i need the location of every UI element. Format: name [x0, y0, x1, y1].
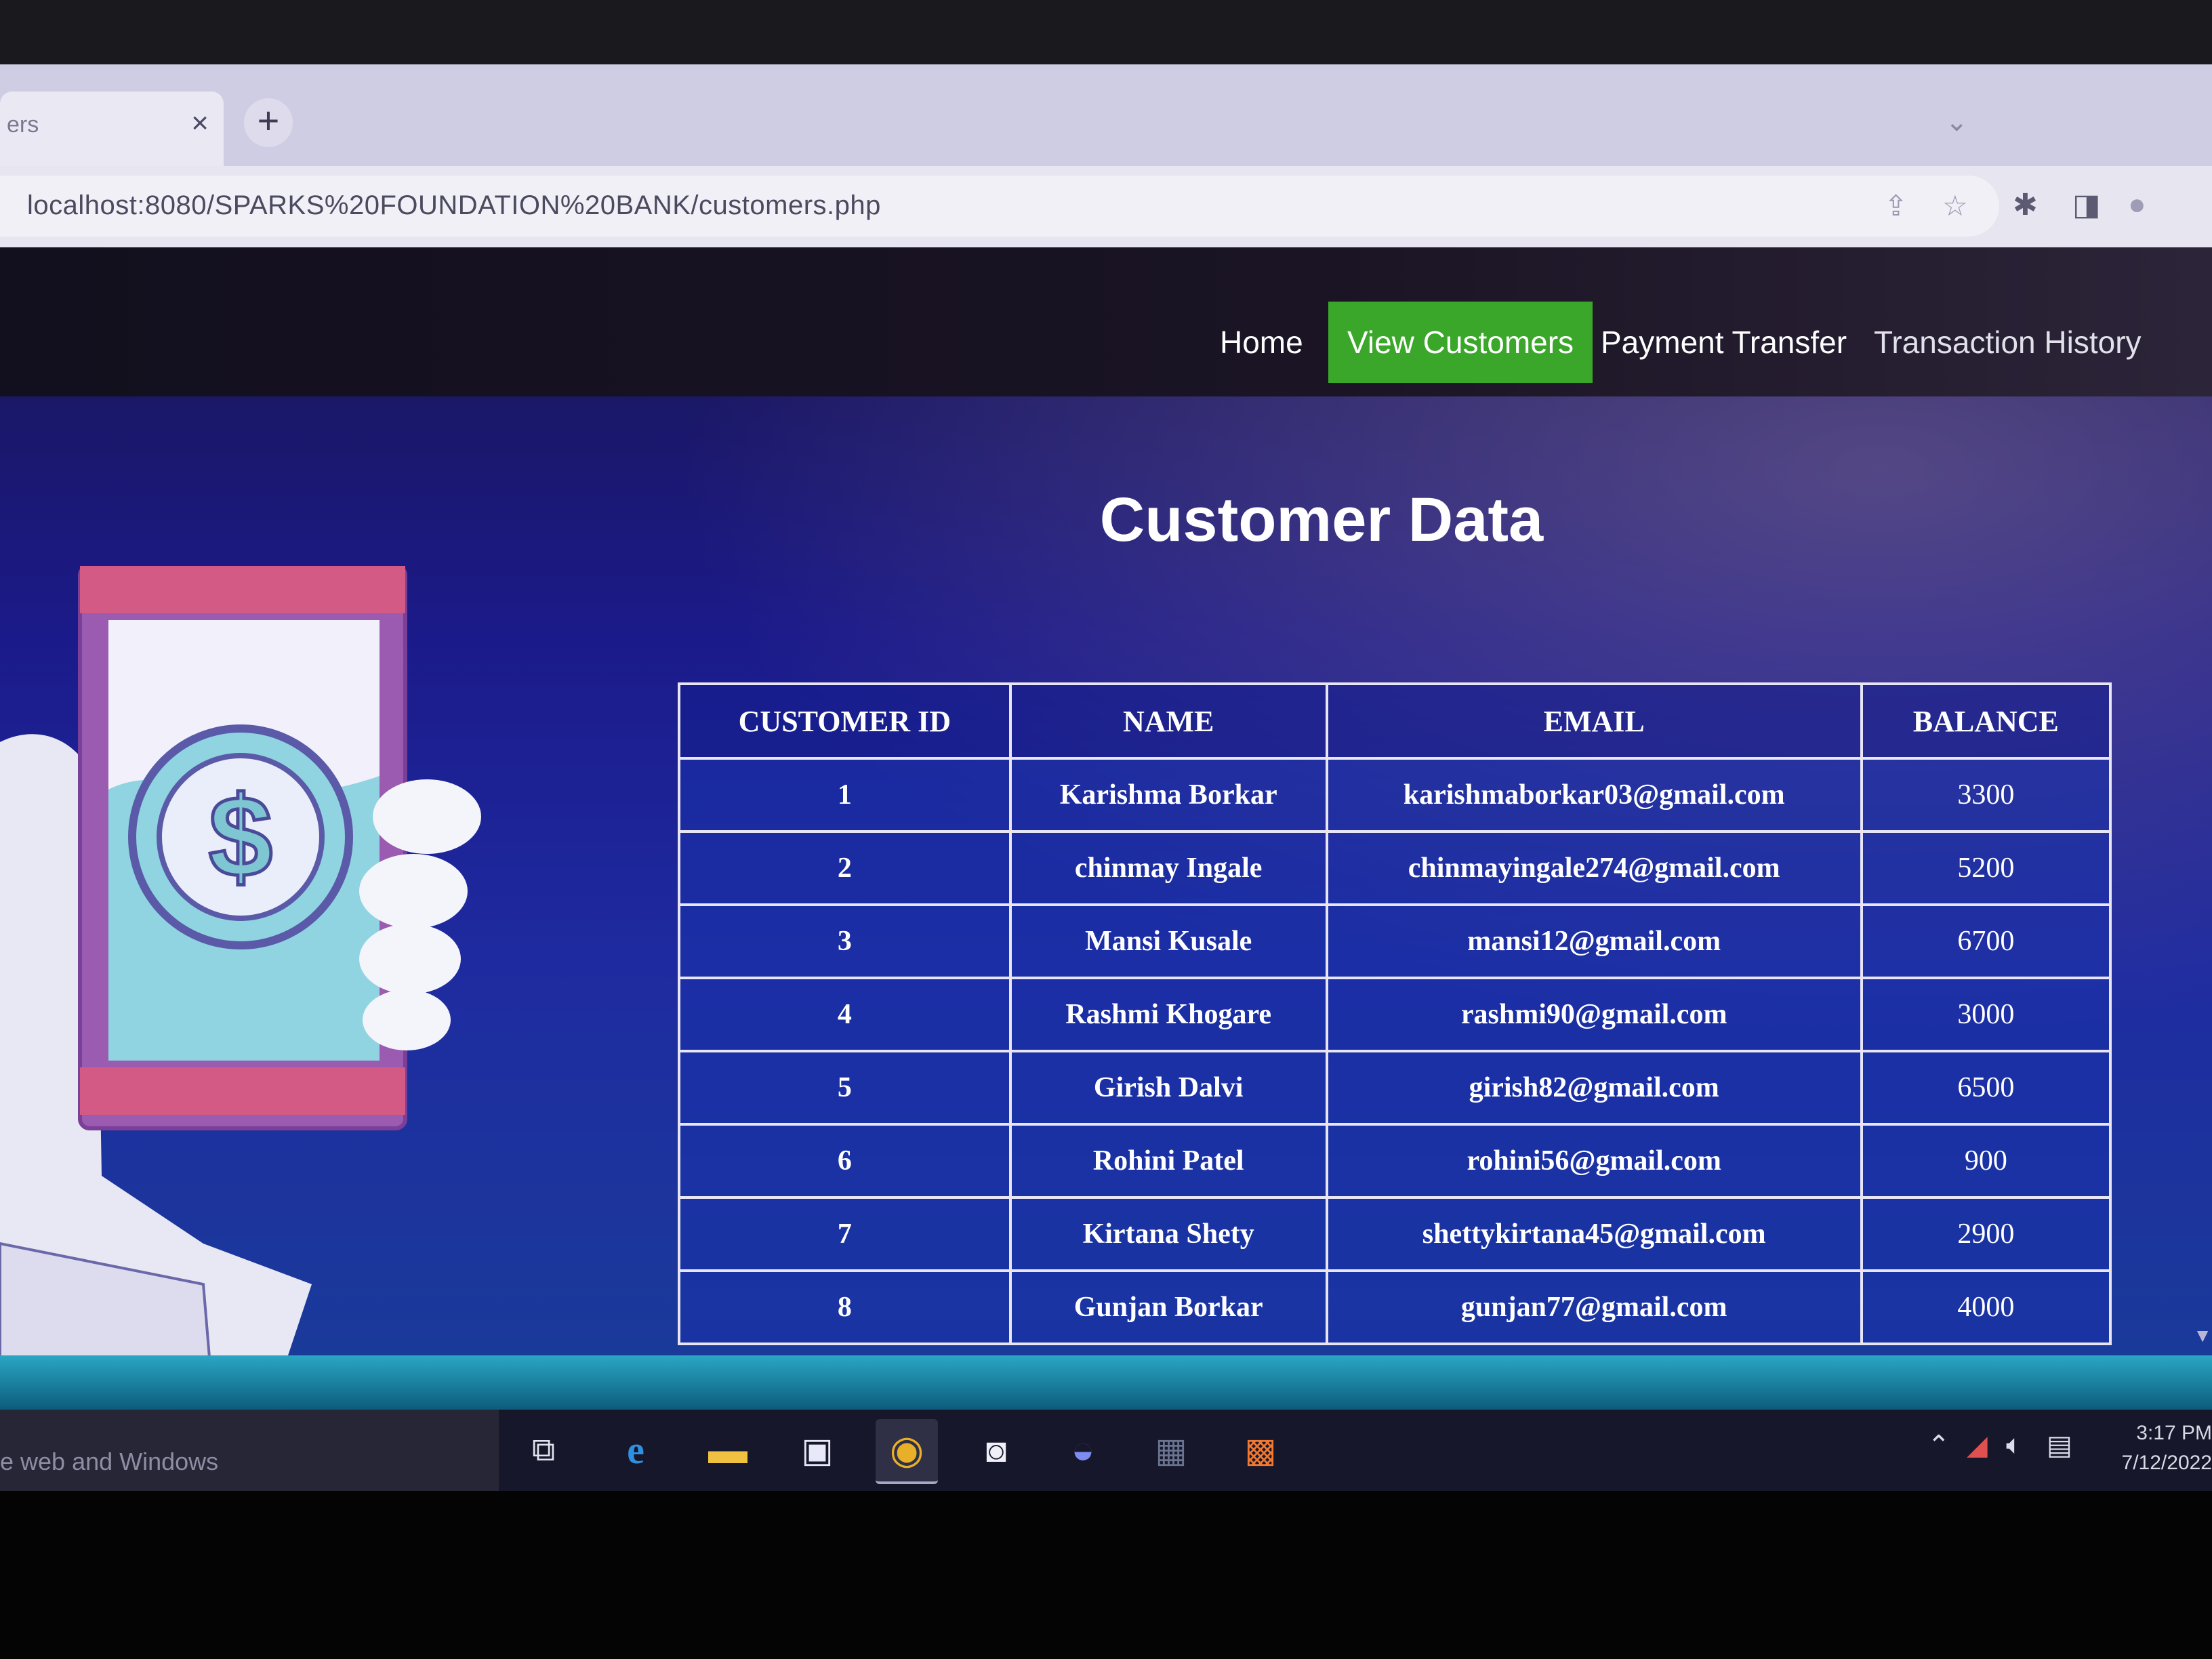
cell-email: rohini56@gmail.com: [1325, 1123, 1863, 1199]
cell-email: gunjan77@gmail.com: [1325, 1269, 1863, 1345]
cell-name: Gunjan Borkar: [1008, 1269, 1328, 1345]
cell-email: shettykirtana45@gmail.com: [1325, 1196, 1863, 1272]
browser-tab[interactable]: ers ×: [0, 91, 224, 166]
cell-customer-id: 1: [678, 757, 1012, 833]
web-page: Home View Customers Payment Transfer Tra…: [0, 247, 2212, 1355]
extensions-icon[interactable]: ✱: [2013, 188, 2038, 222]
task-view-icon[interactable]: ⧉: [512, 1419, 575, 1481]
new-tab-button[interactable]: +: [244, 98, 293, 147]
cell-name: Karishma Borkar: [1008, 757, 1328, 833]
table-header-row: CUSTOMER ID NAME EMAIL BALANCE: [678, 682, 2112, 760]
cell-customer-id: 2: [678, 830, 1012, 906]
cell-balance: 6700: [1860, 903, 2112, 979]
chevron-down-icon[interactable]: ⌄: [1945, 106, 1968, 138]
app-icon[interactable]: ▦: [1140, 1419, 1202, 1481]
cell-email: girish82@gmail.com: [1325, 1050, 1863, 1126]
table-row: 8 Gunjan Borkar gunjan77@gmail.com 4000: [678, 1269, 2112, 1345]
profile-icon[interactable]: ●: [2128, 188, 2146, 222]
xampp-icon[interactable]: ▩: [1229, 1419, 1292, 1481]
camera-icon[interactable]: ◙: [965, 1419, 1027, 1481]
cell-balance: 3300: [1860, 757, 2112, 833]
clock-date[interactable]: 7/12/2022: [2122, 1452, 2212, 1475]
file-explorer-icon[interactable]: ▬: [697, 1419, 759, 1481]
nav-home[interactable]: Home: [1220, 302, 1303, 383]
header-balance: BALANCE: [1860, 682, 2112, 760]
cell-name: Girish Dalvi: [1008, 1050, 1328, 1126]
edge-icon[interactable]: e: [605, 1419, 667, 1481]
sidebar-icon[interactable]: ◨: [2072, 188, 2101, 222]
close-icon[interactable]: ×: [191, 106, 209, 140]
cell-email: chinmayingale274@gmail.com: [1325, 830, 1863, 906]
cell-customer-id: 6: [678, 1123, 1012, 1199]
cell-balance: 2900: [1860, 1196, 2112, 1272]
cell-balance: 3000: [1860, 977, 2112, 1052]
nav-payment-transfer[interactable]: Payment Transfer: [1601, 302, 1847, 383]
table-row: 4 Rashmi Khogare rashmi90@gmail.com 3000: [678, 977, 2112, 1052]
table-row: 6 Rohini Patel rohini56@gmail.com 900: [678, 1123, 2112, 1199]
chrome-icon[interactable]: ◉: [876, 1419, 938, 1484]
cell-email: karishmaborkar03@gmail.com: [1325, 757, 1863, 833]
browser-tabstrip: ers × + ⌄: [0, 64, 2212, 167]
nav-transaction-history[interactable]: Transaction History: [1874, 302, 2142, 383]
volume-icon[interactable]: 🔈︎: [2006, 1430, 2022, 1460]
taskbar-search-box[interactable]: e web and Windows: [0, 1410, 499, 1491]
phone-hand-illustration: $: [0, 566, 481, 1355]
cell-balance: 6500: [1860, 1050, 2112, 1126]
address-text[interactable]: localhost:8080/SPARKS%20FOUNDATION%20BAN…: [27, 190, 881, 221]
dollar-icon: $: [209, 773, 273, 901]
cell-customer-id: 4: [678, 977, 1012, 1052]
cell-balance: 900: [1860, 1123, 2112, 1199]
cell-name: Rohini Patel: [1008, 1123, 1328, 1199]
notification-icon[interactable]: ▤: [2047, 1430, 2072, 1461]
header-customer-id: CUSTOMER ID: [678, 682, 1012, 760]
system-tray: ⌃ ◢ 🔈︎ ▤ 3:17 PM 7/12/2022: [1927, 1410, 2212, 1491]
chevron-up-icon[interactable]: ⌃: [1927, 1430, 1950, 1461]
cell-email: rashmi90@gmail.com: [1325, 977, 1863, 1052]
customer-table: CUSTOMER ID NAME EMAIL BALANCE 1 Karishm…: [678, 682, 2112, 1345]
cell-customer-id: 7: [678, 1196, 1012, 1272]
cell-customer-id: 3: [678, 903, 1012, 979]
cell-balance: 4000: [1860, 1269, 2112, 1345]
cell-balance: 5200: [1860, 830, 2112, 906]
star-icon[interactable]: ☆: [1942, 189, 1968, 222]
page-title: Customer Data: [1099, 485, 1544, 554]
clock-time[interactable]: 3:17 PM: [2136, 1422, 2212, 1445]
top-bezel: [0, 0, 2212, 68]
cell-customer-id: 8: [678, 1269, 1012, 1345]
table-row: 7 Kirtana Shety shettykirtana45@gmail.co…: [678, 1196, 2112, 1272]
site-navbar: Home View Customers Payment Transfer Tra…: [0, 247, 2212, 396]
media-icon[interactable]: ◒: [1052, 1419, 1114, 1481]
tab-title: ers: [7, 112, 39, 138]
share-icon[interactable]: ⇪: [1884, 189, 1908, 222]
table-row: 1 Karishma Borkar karishmaborkar03@gmail…: [678, 757, 2112, 833]
taskbar: e web and Windows ⧉ e ▬ ▣ ◉ ◙ ◒ ▦ ▩ ⌃ ◢ …: [0, 1410, 2212, 1491]
browser-toolbar: localhost:8080/SPARKS%20FOUNDATION%20BAN…: [0, 166, 2212, 249]
cell-name: Rashmi Khogare: [1008, 977, 1328, 1052]
table-row: 5 Girish Dalvi girish82@gmail.com 6500: [678, 1050, 2112, 1126]
desktop-wallpaper-strip: [0, 1355, 2212, 1410]
cell-name: Kirtana Shety: [1008, 1196, 1328, 1272]
search-placeholder: e web and Windows: [0, 1448, 219, 1475]
display-icon[interactable]: ▣: [786, 1419, 848, 1481]
address-bar[interactable]: localhost:8080/SPARKS%20FOUNDATION%20BAN…: [0, 176, 1999, 237]
network-icon[interactable]: ◢: [1967, 1430, 1988, 1461]
nav-view-customers[interactable]: View Customers: [1328, 302, 1593, 383]
cell-email: mansi12@gmail.com: [1325, 903, 1863, 979]
header-email: EMAIL: [1325, 682, 1863, 760]
cell-name: Mansi Kusale: [1008, 903, 1328, 979]
cell-customer-id: 5: [678, 1050, 1012, 1126]
table-row: 2 chinmay Ingale chinmayingale274@gmail.…: [678, 830, 2112, 906]
scroll-down-arrow[interactable]: ▼: [2193, 1325, 2212, 1347]
header-name: NAME: [1008, 682, 1328, 760]
cell-name: chinmay Ingale: [1008, 830, 1328, 906]
bottom-bezel: [0, 1491, 2212, 1659]
table-row: 3 Mansi Kusale mansi12@gmail.com 6700: [678, 903, 2112, 979]
